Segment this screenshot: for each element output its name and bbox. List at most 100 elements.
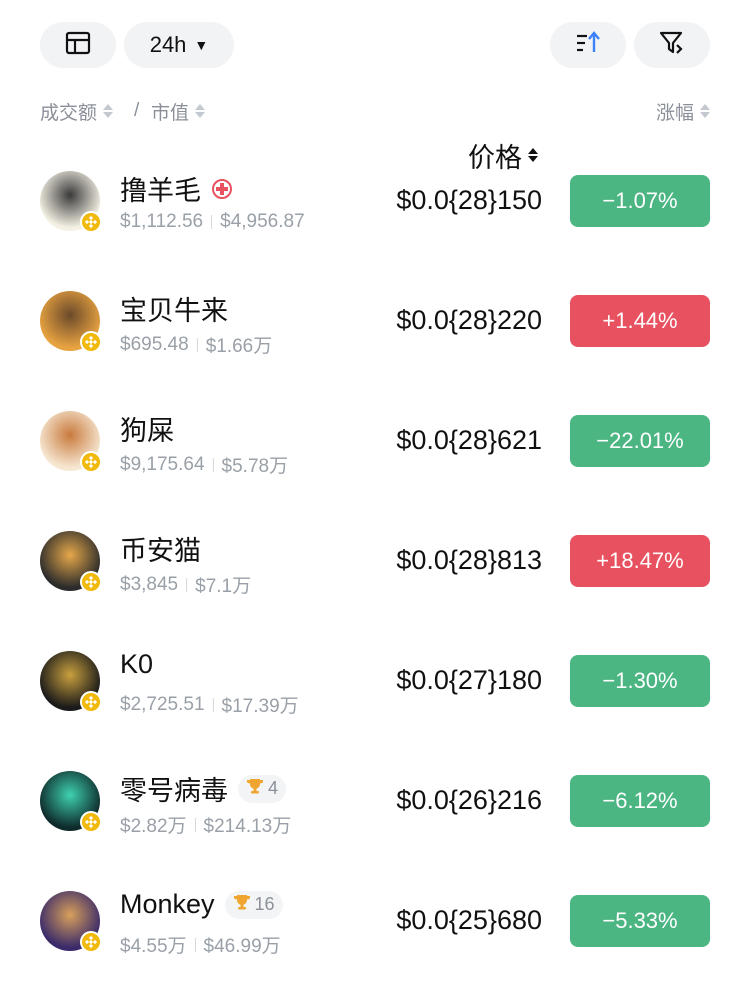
bnb-chain-icon — [80, 691, 102, 713]
list-header: 成交额 / 市值 价格 涨幅 — [40, 96, 710, 173]
token-row[interactable]: K0 $2,725.51 $17.39万 $0.0{27}180 −1.30% — [0, 621, 750, 741]
sort-ascending-icon — [574, 30, 602, 61]
token-name-line: 零号病毒 4 — [120, 769, 287, 808]
token-name: 宝贝牛来 — [120, 296, 228, 326]
token-volume: $1,112.56 — [120, 211, 204, 232]
token-row[interactable]: 币安猫 $3,845 $7.1万 $0.0{28}813 +18.47% — [0, 501, 750, 621]
token-avatar — [40, 891, 102, 953]
token-row[interactable]: Monkey 16 $4.55万 $46.99万 $0.0{25}680 −5.… — [0, 861, 750, 981]
market-cap-header-label: 市值 — [151, 102, 190, 124]
trophy-icon — [246, 777, 264, 800]
token-stats: $2,725.51 $17.39万 — [120, 691, 299, 718]
bnb-chain-icon — [80, 571, 102, 593]
token-volume: $2.82万 — [120, 816, 187, 837]
token-price: $0.0{28}813 — [396, 545, 542, 575]
token-price: $0.0{25}680 — [396, 905, 542, 935]
token-stats: $3,845 $7.1万 — [120, 571, 251, 598]
price-change-badge: −1.07% — [570, 175, 710, 227]
token-stats: $2.82万 $214.13万 — [120, 811, 291, 838]
token-volume: $9,175.64 — [120, 453, 205, 475]
token-avatar — [40, 291, 102, 353]
token-price: $0.0{28}621 — [396, 425, 542, 455]
price-change-badge: +18.47% — [570, 535, 710, 587]
change-header-label: 涨幅 — [655, 102, 694, 124]
bnb-chain-icon — [80, 931, 102, 953]
period-label: 24h — [149, 32, 187, 57]
token-market-cap: $5.78万 — [221, 456, 289, 477]
token-volume: $4.55万 — [120, 936, 187, 957]
period-selector[interactable]: 24h ▼ — [124, 22, 234, 68]
trophy-icon — [233, 893, 251, 916]
token-price: $0.0{26}216 — [396, 785, 542, 815]
token-name: 狗屎 — [120, 416, 174, 446]
bnb-chain-icon — [80, 211, 102, 233]
stat-divider — [186, 577, 188, 592]
price-change-badge: −22.01% — [570, 415, 710, 467]
volume-sort-header[interactable]: 成交额 — [40, 96, 114, 126]
token-volume: $3,845 — [120, 573, 179, 595]
stat-divider — [212, 697, 214, 712]
token-name-line: 宝贝牛来 — [120, 289, 228, 328]
sort-toggle-icon — [103, 104, 114, 118]
token-market-cap: $46.99万 — [203, 936, 281, 957]
token-row[interactable]: 零号病毒 4 $2.82万 $214.13万 $0.0{26}216 −6.12… — [0, 741, 750, 861]
token-market-cap: $214.13万 — [203, 816, 292, 837]
token-row[interactable]: 宝贝牛来 $695.48 $1.66万 $0.0{28}220 +1.44% — [0, 261, 750, 381]
filter-icon — [658, 30, 686, 61]
token-name-line: 撸羊毛 — [120, 169, 233, 208]
token-market-cap: $1.66万 — [205, 336, 273, 357]
token-stats: $695.48 $1.66万 — [120, 331, 272, 358]
token-name: K0 — [120, 649, 154, 679]
layout-icon — [65, 30, 91, 61]
token-name: 币安猫 — [120, 536, 201, 566]
trophy-badge: 4 — [238, 774, 287, 803]
medical-cross-icon — [211, 178, 233, 200]
token-price: $0.0{28}150 — [396, 185, 542, 215]
token-name: 撸羊毛 — [120, 176, 201, 206]
sort-toggle-icon — [195, 104, 206, 118]
stat-divider — [194, 817, 196, 832]
layout-toggle-button[interactable] — [40, 22, 116, 68]
stat-divider — [212, 457, 214, 472]
token-market-cap: $7.1万 — [195, 576, 252, 597]
filter-button[interactable] — [634, 22, 710, 68]
stat-divider — [194, 937, 196, 952]
change-sort-header[interactable]: 涨幅 — [656, 96, 710, 126]
token-name-line: Monkey 16 — [120, 889, 283, 920]
token-name-line: 狗屎 — [120, 409, 174, 448]
price-change-badge: −6.12% — [570, 775, 710, 827]
header-separator: / — [134, 100, 140, 121]
bnb-chain-icon — [80, 331, 102, 353]
price-change-badge: +1.44% — [570, 295, 710, 347]
token-name: Monkey — [120, 889, 215, 919]
token-stats: $4.55万 $46.99万 — [120, 931, 281, 958]
trophy-count: 4 — [268, 778, 279, 798]
sort-button[interactable] — [550, 22, 626, 68]
token-avatar — [40, 771, 102, 833]
token-price: $0.0{28}220 — [396, 305, 542, 335]
stat-divider — [211, 215, 213, 229]
bnb-chain-icon — [80, 811, 102, 833]
token-avatar — [40, 171, 102, 233]
token-name-line: K0 — [120, 649, 153, 680]
token-stats: $1,112.56 $4,956.87 — [120, 211, 305, 233]
price-change-badge: −1.30% — [570, 655, 710, 707]
token-row[interactable]: 撸羊毛 $1,112.56 $4,956.87 $0.0{28}150 −1.0… — [0, 141, 750, 261]
volume-header-label: 成交额 — [40, 102, 98, 124]
token-row[interactable]: 狗屎 $9,175.64 $5.78万 $0.0{28}621 −22.01% — [0, 381, 750, 501]
token-name: 零号病毒 — [120, 776, 228, 806]
token-avatar — [40, 651, 102, 713]
token-avatar — [40, 531, 102, 593]
price-change-badge: −5.33% — [570, 895, 710, 947]
market-cap-sort-header[interactable]: 市值 — [151, 96, 206, 126]
stat-divider — [196, 337, 198, 352]
token-price: $0.0{27}180 — [396, 665, 542, 695]
sort-toggle-icon — [700, 104, 710, 118]
token-name-line: 币安猫 — [120, 529, 201, 568]
token-volume: $695.48 — [120, 333, 189, 355]
token-volume: $2,725.51 — [120, 693, 205, 715]
token-stats: $9,175.64 $5.78万 — [120, 451, 288, 478]
bnb-chain-icon — [80, 451, 102, 473]
caret-down-icon: ▼ — [194, 37, 209, 53]
trophy-badge: 16 — [224, 890, 283, 919]
